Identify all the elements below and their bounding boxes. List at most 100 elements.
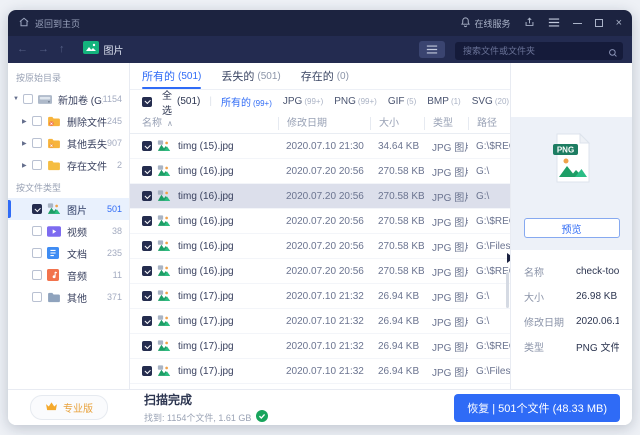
tab-existing[interactable]: 存在的(0) xyxy=(301,63,349,89)
select-all[interactable]: 全选 (501) xyxy=(142,87,200,117)
filter-jpg[interactable]: JPG(99+) xyxy=(283,96,323,107)
tab-all[interactable]: 所有的(501) xyxy=(142,63,201,89)
checkbox[interactable] xyxy=(142,341,152,351)
pro-version-badge[interactable]: 专业版 xyxy=(30,395,108,420)
vertical-scrollbar[interactable] xyxy=(506,272,509,308)
nav-forward-icon[interactable]: → xyxy=(38,44,49,55)
column-header-0[interactable]: 名称∧ xyxy=(142,117,278,130)
sidebar-item-audio[interactable]: 音频11 xyxy=(8,264,129,286)
filter-label: BMP xyxy=(427,96,449,107)
chevron-right-icon[interactable]: ▶ xyxy=(22,140,32,147)
checkbox[interactable] xyxy=(142,241,152,251)
chevron-right-icon[interactable]: ▶ xyxy=(22,162,32,169)
checkbox[interactable] xyxy=(142,316,152,326)
table-row[interactable]: timg (17).jpg2020.07.10 21:3226.94 KBJPG… xyxy=(130,334,510,359)
filter-png[interactable]: PNG(99+) xyxy=(334,96,377,107)
file-date: 2020.07.10 21:32 xyxy=(278,316,370,327)
table-row[interactable]: timg (16).jpg2020.07.20 20:56270.58 KBJP… xyxy=(130,209,510,234)
sidebar-item-images[interactable]: 图片501 xyxy=(8,198,129,220)
checkbox[interactable] xyxy=(142,191,152,201)
sidebar-item-others[interactable]: 其他371 xyxy=(8,286,129,308)
tab-lost[interactable]: 丢失的(501) xyxy=(221,63,280,89)
sidebar-item-volume-g[interactable]: ▼新加卷 (G:)1154 xyxy=(8,88,129,110)
close-button[interactable]: × xyxy=(616,18,622,29)
sidebar-item-documents[interactable]: 文档235 xyxy=(8,242,129,264)
filter-label: JPG xyxy=(283,96,302,107)
sidebar-item-label: 新加卷 (G:) xyxy=(58,92,103,107)
column-header-2[interactable]: 大小 xyxy=(370,117,424,130)
chevron-right-icon[interactable]: ▶ xyxy=(22,118,32,125)
chevron-down-icon[interactable]: ▼ xyxy=(13,96,23,102)
maximize-button[interactable] xyxy=(595,19,603,27)
online-service-button[interactable]: 在线服务 xyxy=(460,16,511,30)
table-row[interactable]: timg (17).jpg2020.07.10 21:3226.94 KBJPG… xyxy=(130,359,510,384)
checkbox[interactable] xyxy=(142,266,152,276)
column-label: 路径 xyxy=(477,118,497,129)
detail-value: 2020.06.16 1... xyxy=(576,316,619,327)
filter-bmp[interactable]: BMP(1) xyxy=(427,96,460,107)
select-all-checkbox[interactable] xyxy=(142,97,152,107)
column-header-4[interactable]: 路径 xyxy=(468,117,510,130)
checkbox[interactable] xyxy=(32,160,42,170)
table-row[interactable]: timg (16).jpg2020.07.20 20:56270.58 KBJP… xyxy=(130,259,510,284)
breadcrumb[interactable]: 图片 xyxy=(83,41,124,59)
checkbox[interactable] xyxy=(142,166,152,176)
checkbox[interactable] xyxy=(32,204,42,214)
file-path: G:\ xyxy=(468,316,510,327)
file-name: timg (17).jpg xyxy=(178,291,234,302)
sidebar-item-videos[interactable]: 视频38 xyxy=(8,220,129,242)
checkbox[interactable] xyxy=(32,116,42,126)
nav-back-icon[interactable]: ← xyxy=(17,44,28,55)
menu-icon[interactable] xyxy=(548,18,560,29)
checkbox[interactable] xyxy=(32,292,42,302)
sidebar-item-count: 245 xyxy=(107,116,122,126)
file-name-cell: timg (17).jpg xyxy=(142,290,278,303)
filter-gif[interactable]: GIF(5) xyxy=(388,96,416,107)
image-file-icon xyxy=(157,215,173,228)
table-row[interactable]: timg (16).jpg2020.07.20 20:56270.58 KBJP… xyxy=(130,159,510,184)
search-icon[interactable] xyxy=(608,45,618,63)
sidebar-item-existing-files[interactable]: ▶存在文件2 xyxy=(8,154,129,176)
file-name: timg (16).jpg xyxy=(178,216,234,227)
share-icon[interactable] xyxy=(524,16,535,30)
sidebar-item-label: 文档 xyxy=(67,246,107,261)
checkbox[interactable] xyxy=(142,366,152,376)
file-path: G:\ xyxy=(468,191,510,202)
recover-button[interactable]: 恢复 | 501个文件 (48.33 MB) xyxy=(454,394,620,422)
table-row[interactable]: timg (17).jpg2020.07.10 21:3226.94 KBJPG… xyxy=(130,284,510,309)
search-box xyxy=(455,41,623,59)
checkbox[interactable] xyxy=(23,94,33,104)
table-row[interactable]: timg (15).jpg2020.07.10 21:3034.64 KBJPG… xyxy=(130,134,510,159)
checkbox[interactable] xyxy=(142,216,152,226)
column-header-3[interactable]: 类型 xyxy=(424,117,468,130)
sidebar-item-count: 371 xyxy=(107,292,122,302)
file-path: G:\Files Lost ( xyxy=(468,366,510,377)
back-home-button[interactable]: 返回到主页 xyxy=(18,16,80,30)
view-menu-button[interactable] xyxy=(419,41,445,58)
checkbox[interactable] xyxy=(32,270,42,280)
checkbox[interactable] xyxy=(142,141,152,151)
column-header-1[interactable]: 修改日期 xyxy=(278,117,370,130)
file-type: JPG 图片... xyxy=(424,339,468,354)
titlebar: 返回到主页 在线服务 × xyxy=(8,10,632,36)
search-input[interactable] xyxy=(455,42,623,60)
checkbox[interactable] xyxy=(32,226,42,236)
table-row[interactable]: timg (17).jpg2020.07.10 21:3226.94 KBJPG… xyxy=(130,309,510,334)
detail-field: 名称check-tool-in... xyxy=(524,259,619,284)
sidebar-item-other-lost-files[interactable]: ▶其他丢失文件907 xyxy=(8,132,129,154)
filter-svg[interactable]: SVG(20) xyxy=(472,96,509,107)
table-row[interactable]: timg (16).jpg2020.07.20 20:56270.58 KBJP… xyxy=(130,234,510,259)
filter-all[interactable]: 所有的(99+) xyxy=(221,94,272,109)
folder-icon xyxy=(47,159,63,172)
nav-up-icon[interactable]: ↑ xyxy=(59,44,65,55)
sidebar-item-deleted-files[interactable]: ▶删除文件245 xyxy=(8,110,129,132)
detail-value: check-tool-in... xyxy=(576,266,619,277)
checkbox[interactable] xyxy=(32,138,42,148)
table-row[interactable]: timg (16).jpg2020.07.20 20:56270.58 KBJP… xyxy=(130,184,510,209)
minimize-button[interactable] xyxy=(573,23,582,24)
found-text: 找到: 1154个文件, 1.61 GB xyxy=(144,411,251,424)
checkbox[interactable] xyxy=(142,291,152,301)
sidebar-item-count: 501 xyxy=(107,204,122,214)
preview-button[interactable]: 预览 xyxy=(524,218,620,238)
checkbox[interactable] xyxy=(32,248,42,258)
